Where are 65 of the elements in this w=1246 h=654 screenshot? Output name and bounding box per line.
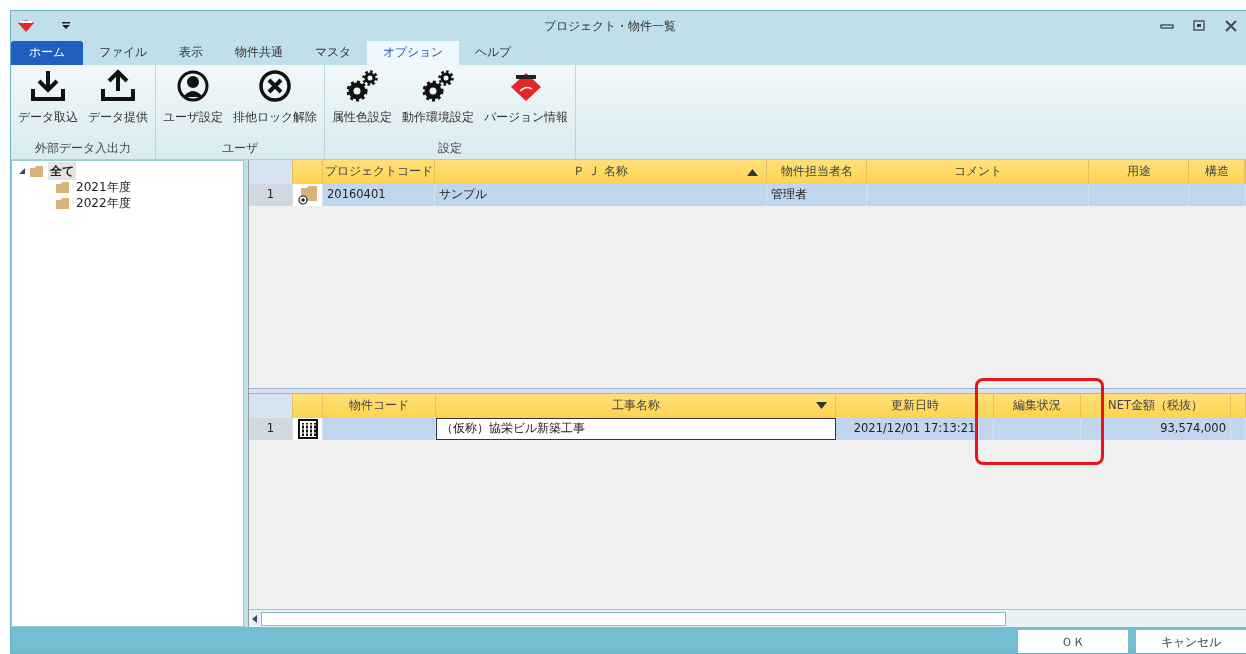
folder-icon (297, 185, 319, 205)
column-header[interactable]: 構造 (1189, 160, 1245, 184)
table-cell: 20160401 (323, 184, 435, 206)
column-header[interactable]: Ｐ Ｊ 名称 (435, 160, 767, 184)
header-cell (293, 394, 323, 418)
window-title: プロジェクト・物件一覧 (542, 18, 677, 35)
row-number: 1 (249, 184, 293, 206)
maximize-button[interactable] (1190, 19, 1208, 33)
tree-item[interactable]: 2022年度 (74, 194, 133, 212)
table-cell: 管理者 (767, 184, 867, 206)
table-cell: サンプル (435, 184, 767, 206)
tree-item[interactable]: 2021年度 (74, 178, 133, 196)
ribbon-button[interactable]: 属性色設定 (329, 69, 395, 129)
ribbon-button[interactable]: 動作環境設定 (399, 69, 477, 129)
header-filler (1231, 394, 1246, 418)
gears-icon (420, 69, 456, 103)
column-header[interactable]: 工事名称 (436, 394, 836, 418)
column-header[interactable]: 物件コード (323, 394, 436, 418)
table-cell: 93,574,000 (1081, 418, 1231, 440)
folder-icon (30, 164, 44, 178)
ribbon-tab[interactable]: ホーム (11, 41, 83, 65)
ribbon-tab[interactable]: ヘルプ (459, 41, 527, 65)
ribbon-button[interactable]: 排他ロック解除 (230, 69, 320, 129)
group-label: 外部データ入出力 (34, 140, 132, 157)
dialog-button[interactable]: キャンセル (1136, 630, 1246, 653)
expander-icon[interactable] (18, 167, 26, 175)
column-header[interactable]: 編集状況 (994, 394, 1081, 418)
corner-cell (249, 160, 293, 184)
ribbon-tab[interactable]: 物件共通 (219, 41, 299, 65)
building-icon (297, 419, 319, 439)
column-header[interactable]: 用途 (1089, 160, 1189, 184)
column-header[interactable]: 更新日時 (836, 394, 994, 418)
ribbon-button[interactable]: データ取込 (15, 69, 81, 129)
dropdown-arrow-icon (62, 22, 70, 30)
download-icon (30, 69, 66, 103)
ribbon-tab[interactable]: オプション (367, 41, 459, 65)
folder-icon (56, 196, 70, 210)
table-cell: （仮称）協栄ビル新築工事 (436, 418, 836, 440)
row-number: 1 (249, 418, 293, 440)
scrollbar-thumb[interactable] (261, 611, 1006, 626)
app-logo-icon (17, 19, 35, 33)
column-header[interactable]: プロジェクトコード (323, 160, 435, 184)
ribbon-tab[interactable]: マスタ (299, 41, 367, 65)
user-icon (175, 69, 211, 103)
close-icon (257, 69, 293, 103)
group-label: ユーザ (221, 140, 259, 157)
ribbon-tab[interactable]: ファイル (83, 41, 163, 65)
close-button[interactable] (1222, 19, 1240, 33)
maximize-icon (1191, 19, 1207, 33)
ribbon-button[interactable]: データ提供 (85, 69, 151, 129)
group-label: 設定 (437, 140, 463, 157)
close-icon (1223, 19, 1239, 33)
tree-item[interactable]: 全て (48, 162, 76, 180)
header-cell (293, 160, 323, 184)
column-header[interactable]: 物件担当者名 (767, 160, 867, 184)
table-cell (1231, 418, 1246, 440)
gears-icon (344, 69, 380, 103)
dialog-button[interactable]: ＯＫ (1018, 630, 1128, 653)
ribbon-tab[interactable]: 表示 (163, 41, 219, 65)
ribbon-button[interactable]: ユーザ設定 (160, 69, 226, 129)
column-header[interactable]: コメント (867, 160, 1089, 184)
table-cell: 2021/12/01 17:13:21 (836, 418, 994, 440)
upload-icon (100, 69, 136, 103)
column-header[interactable]: NET金額（税抜） (1081, 394, 1231, 418)
ribbon-button[interactable]: バージョン情報 (481, 69, 571, 129)
